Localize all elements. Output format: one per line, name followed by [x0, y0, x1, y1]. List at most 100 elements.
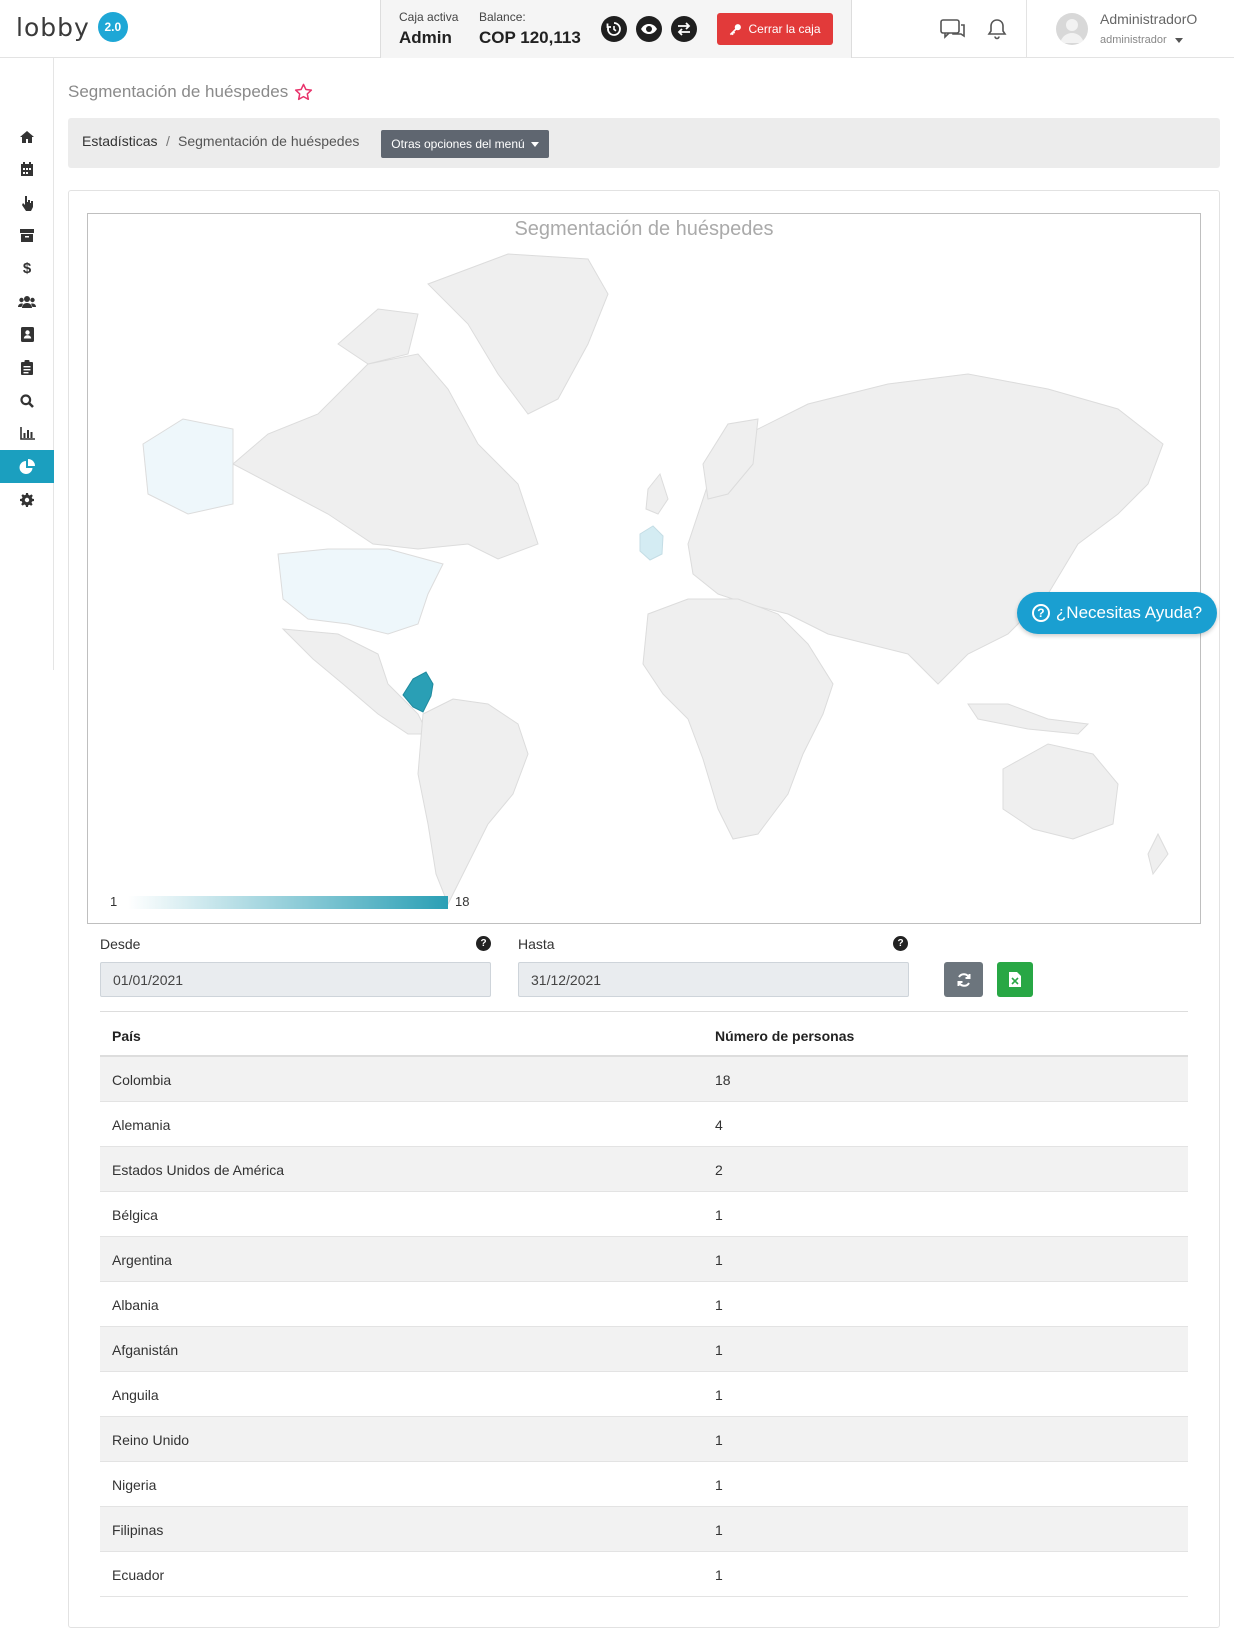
map-country-indonesia: [967, 703, 1090, 735]
calendar-icon: [21, 162, 33, 176]
to-label: Hasta: [518, 936, 555, 952]
sidebar-item-archive[interactable]: [0, 219, 54, 252]
contact-book-icon: [20, 327, 34, 342]
cell-count: 1: [715, 1342, 723, 1358]
cell-country: Anguila: [112, 1387, 159, 1403]
breadcrumb-current: Segmentación de huéspedes: [178, 133, 360, 149]
page-title: Segmentación de huéspedes: [68, 82, 313, 102]
sidebar-item-statistics[interactable]: [0, 417, 54, 450]
breadcrumb-separator: /: [166, 133, 170, 149]
pie-chart-icon: [19, 458, 35, 474]
dollar-icon: $: [22, 260, 32, 277]
other-options-button[interactable]: Otras opciones del menú: [381, 130, 549, 158]
table-row: Estados Unidos de América 2: [100, 1147, 1188, 1192]
search-icon: [20, 393, 34, 408]
cell-country: Filipinas: [112, 1522, 164, 1538]
top-bar: lobby 2.0 Caja activa Admin Balance: COP…: [0, 0, 1234, 58]
cell-country: Alemania: [112, 1117, 171, 1133]
chat-icon: [940, 19, 965, 39]
cell-count: 1: [715, 1207, 723, 1223]
close-cashbox-button[interactable]: Cerrar la caja: [717, 13, 833, 45]
cell-country: Ecuador: [112, 1567, 165, 1583]
history-button[interactable]: [601, 16, 627, 42]
export-excel-button[interactable]: [997, 962, 1033, 997]
sidebar-item-segmentation[interactable]: [0, 450, 54, 483]
from-label: Desde: [100, 936, 141, 952]
to-help-icon[interactable]: ?: [893, 936, 908, 951]
active-cashbox: Caja activa Admin: [399, 10, 458, 48]
cell-count: 1: [715, 1432, 723, 1448]
sidebar-item-calendar[interactable]: [0, 153, 54, 186]
to-date-input[interactable]: [518, 962, 909, 997]
cell-country: Estados Unidos de América: [112, 1162, 284, 1178]
sidebar-item-reports[interactable]: [0, 351, 54, 384]
notifications-button[interactable]: [987, 18, 1007, 45]
legend-max: 18: [455, 894, 470, 909]
chevron-down-icon: [530, 141, 539, 147]
cell-count: 1: [715, 1297, 723, 1313]
user-name[interactable]: AdministradorO: [1100, 11, 1197, 27]
logo[interactable]: lobby 2.0: [16, 12, 128, 42]
avatar[interactable]: [1056, 13, 1088, 45]
table-row: Afganistán 1: [100, 1327, 1188, 1372]
table-row: Reino Unido 1: [100, 1417, 1188, 1462]
sidebar-item-payments[interactable]: $: [0, 252, 54, 285]
map-country-australia: [1002, 743, 1119, 840]
sidebar-item-home[interactable]: [0, 120, 54, 153]
messages-button[interactable]: [940, 18, 966, 45]
map-country-greenland: [427, 253, 609, 415]
sidebar-item-search[interactable]: [0, 384, 54, 417]
cell-count: 18: [715, 1072, 731, 1088]
page-title-text: Segmentación de huéspedes: [68, 82, 289, 101]
users-icon: [18, 296, 36, 308]
logo-text: lobby: [16, 12, 90, 42]
sidebar-item-contacts[interactable]: [0, 318, 54, 351]
table-row: Nigeria 1: [100, 1462, 1188, 1507]
bar-chart-icon: [19, 427, 35, 440]
user-menu-toggle[interactable]: administrador: [1100, 34, 1183, 46]
sidebar-item-checkin[interactable]: [0, 186, 54, 219]
sidebar-item-guests[interactable]: [0, 285, 54, 318]
header-people-count[interactable]: Número de personas: [715, 1028, 854, 1044]
cell-country: Colombia: [112, 1072, 172, 1088]
map-country-africa: [642, 598, 834, 840]
map-country-arctic-islands: [337, 308, 419, 365]
from-help-icon[interactable]: ?: [476, 936, 491, 951]
other-options-label: Otras opciones del menú: [391, 137, 525, 151]
question-circle-icon: ?: [1031, 604, 1050, 622]
cell-count: 1: [715, 1252, 723, 1268]
table-row: Albania 1: [100, 1282, 1188, 1327]
cell-country: Albania: [112, 1297, 159, 1313]
cell-count: 1: [715, 1387, 723, 1403]
table-row: Argentina 1: [100, 1237, 1188, 1282]
sidebar-item-settings[interactable]: [0, 483, 54, 516]
from-date-input[interactable]: [100, 962, 491, 997]
balance: Balance: COP 120,113: [479, 10, 581, 48]
user-role: administrador: [1100, 34, 1167, 46]
user-separator: [1026, 0, 1027, 58]
eye-icon: [641, 24, 657, 34]
excel-file-icon: [1009, 972, 1021, 987]
active-cashbox-value: Admin: [399, 28, 452, 47]
breadcrumb: Estadísticas / Segmentación de huéspedes…: [68, 118, 1220, 168]
cell-count: 1: [715, 1522, 723, 1538]
clipboard-icon: [21, 360, 33, 375]
hand-pointer-icon: [21, 195, 33, 211]
chevron-down-icon: [1174, 37, 1183, 43]
close-cashbox-label: Cerrar la caja: [748, 22, 821, 36]
cell-country: Argentina: [112, 1252, 172, 1268]
table-row: Ecuador 1: [100, 1552, 1188, 1597]
header-country[interactable]: País: [112, 1028, 141, 1044]
help-label: ¿Necesitas Ayuda?: [1055, 603, 1203, 622]
star-icon[interactable]: [294, 83, 313, 101]
transfer-button[interactable]: [671, 16, 697, 42]
map-country-germany: [639, 525, 664, 561]
breadcrumb-statistics[interactable]: Estadísticas: [82, 133, 157, 149]
help-button[interactable]: ? ¿Necesitas Ayuda?: [1017, 592, 1217, 634]
table-row: Alemania 4: [100, 1102, 1188, 1147]
refresh-button[interactable]: [944, 962, 983, 997]
view-button[interactable]: [636, 16, 662, 42]
world-map[interactable]: Segmentación de huéspedes 1 18: [87, 213, 1201, 924]
map-country-south-america: [417, 698, 529, 906]
cell-country: Reino Unido: [112, 1432, 190, 1448]
